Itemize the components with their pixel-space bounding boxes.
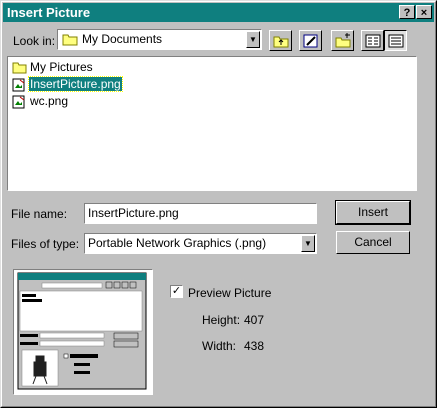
details-view-button[interactable] — [384, 30, 407, 51]
list-view-icon — [365, 34, 381, 48]
preview-pane — [13, 269, 153, 395]
file-name: InsertPicture.png — [28, 76, 123, 92]
title-bar[interactable]: Insert Picture ? × — [3, 3, 434, 22]
search-web-button[interactable] — [299, 30, 322, 51]
new-folder-icon — [335, 33, 351, 48]
height-label: Height: — [202, 313, 241, 327]
chevron-down-icon[interactable]: ▼ — [246, 31, 260, 48]
file-name: wc.png — [30, 94, 69, 108]
chevron-down-icon[interactable]: ▼ — [301, 235, 315, 252]
close-button[interactable]: × — [416, 5, 432, 19]
search-web-icon — [303, 34, 318, 48]
preview-picture-label[interactable]: Preview Picture — [188, 286, 271, 300]
insert-picture-dialog: Insert Picture ? × Look in: My Documents… — [0, 0, 437, 408]
insert-button[interactable]: Insert — [335, 200, 411, 225]
file-name-value: InsertPicture.png — [88, 206, 179, 220]
file-type-value: Portable Network Graphics (.png) — [88, 236, 267, 250]
file-name: My Pictures — [30, 60, 93, 74]
png-file-icon — [12, 78, 26, 95]
folder-icon — [12, 61, 27, 77]
file-type-combo[interactable]: Portable Network Graphics (.png) ▼ — [84, 233, 317, 254]
preview-picture-checkbox[interactable]: ✓ — [170, 285, 183, 298]
up-one-level-button[interactable] — [269, 30, 292, 51]
create-new-folder-button[interactable] — [331, 30, 354, 51]
width-value: 438 — [244, 339, 265, 353]
details-view-icon — [388, 34, 404, 48]
width-label: Width: — [202, 339, 237, 353]
look-in-value: My Documents — [82, 32, 163, 46]
cancel-button[interactable]: Cancel — [336, 231, 410, 254]
preview-thumbnail-image — [17, 272, 147, 390]
file-name-label: File name: — [11, 207, 68, 221]
height-value: 407 — [244, 313, 265, 327]
file-name-field[interactable]: InsertPicture.png — [84, 203, 317, 224]
dialog-title: Insert Picture — [7, 5, 91, 20]
look-in-combo[interactable]: My Documents ▼ — [57, 29, 262, 50]
file-list[interactable]: My Pictures InsertPicture.png wc.png — [7, 56, 417, 191]
checkmark-icon: ✓ — [171, 285, 182, 297]
look-in-label: Look in: — [13, 34, 56, 48]
up-folder-icon — [273, 36, 289, 48]
help-button[interactable]: ? — [399, 5, 415, 19]
list-view-button[interactable] — [361, 30, 384, 51]
file-type-label: Files of type: — [11, 237, 80, 251]
folder-icon — [62, 32, 78, 49]
png-file-icon — [12, 95, 26, 112]
